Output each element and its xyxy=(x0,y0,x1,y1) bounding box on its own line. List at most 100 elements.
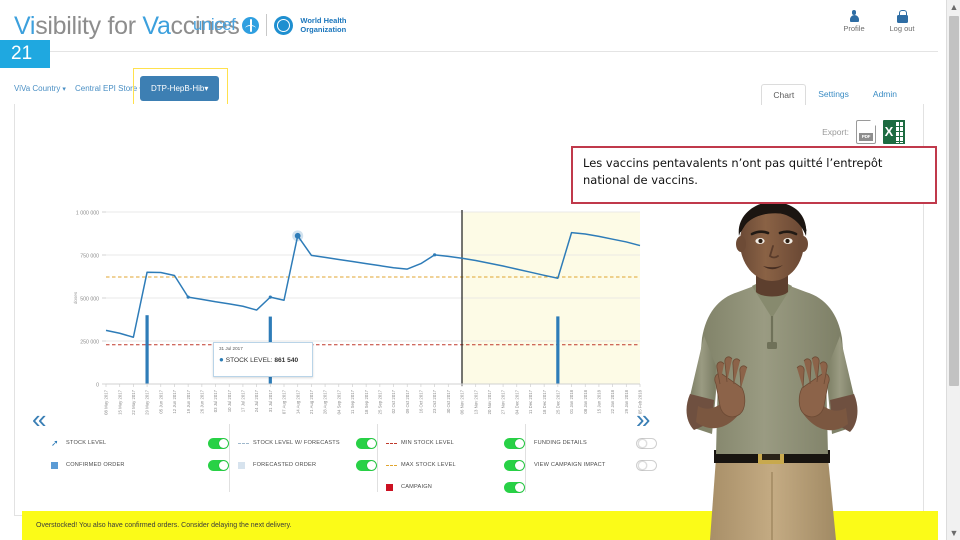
export-row: Export: PDF X xyxy=(822,119,905,144)
breadcrumb-vaccine-dropdown[interactable]: DTP-HepB-Hib▾ xyxy=(140,76,220,101)
partner-logos: unicef World Health Organization xyxy=(193,14,347,36)
breadcrumb-store[interactable]: Central EPI Store▾ xyxy=(75,84,143,93)
svg-text:18 Sep 2017: 18 Sep 2017 xyxy=(364,389,369,414)
legend-item-min-stock[interactable]: MIN STOCK LEVEL xyxy=(386,432,525,454)
legend-label: MAX STOCK LEVEL xyxy=(401,462,456,468)
logout-button[interactable]: Log out xyxy=(886,10,918,33)
svg-text:500 000: 500 000 xyxy=(80,297,99,303)
svg-text:24 Jul 2017: 24 Jul 2017 xyxy=(254,389,259,412)
legend-label: MIN STOCK LEVEL xyxy=(401,440,454,446)
legend-label: FORECASTED ORDER xyxy=(253,462,317,468)
forecast-dash-icon xyxy=(238,442,253,444)
breadcrumb-country-label: ViVa Country xyxy=(14,84,61,93)
toggle-stock-forecasts[interactable] xyxy=(356,437,377,449)
legend-label: CAMPAIGN xyxy=(401,484,433,490)
svg-text:14 Aug 2017: 14 Aug 2017 xyxy=(295,389,300,414)
svg-text:29 Jan 2018: 29 Jan 2018 xyxy=(624,389,629,413)
svg-text:0: 0 xyxy=(96,383,99,389)
toggle-confirmed-order[interactable] xyxy=(208,459,229,471)
svg-text:1 000 000: 1 000 000 xyxy=(76,211,99,217)
chevron-down-icon: ▾ xyxy=(62,86,66,93)
logo-divider xyxy=(266,14,268,36)
who-logo-text: World Health Organization xyxy=(300,16,346,34)
profile-button[interactable]: Profile xyxy=(838,10,870,33)
legend-label: STOCK LEVEL xyxy=(66,440,107,446)
svg-text:08 Jan 2018: 08 Jan 2018 xyxy=(583,389,588,413)
who-line-2: Organization xyxy=(300,25,347,34)
chart-legend: ➚ STOCK LEVEL CONFIRMED ORDER STOCK LEVE… xyxy=(43,424,657,493)
app-header: Visibility for Vaccines unicef World Hea… xyxy=(0,0,938,52)
toggle-forecasted-order[interactable] xyxy=(356,459,377,471)
svg-text:22 Jan 2018: 22 Jan 2018 xyxy=(610,389,615,413)
toggle-max-stock[interactable] xyxy=(504,459,525,471)
toggle-funding-details[interactable] xyxy=(636,437,657,449)
svg-text:12 Jun 2017: 12 Jun 2017 xyxy=(172,389,177,413)
toggle-min-stock[interactable] xyxy=(504,437,525,449)
legend-label: FUNDING DETAILS xyxy=(534,440,587,446)
person-icon xyxy=(849,10,859,23)
legend-item-campaign[interactable]: CAMPAIGN xyxy=(386,476,525,498)
toggle-campaign[interactable] xyxy=(504,481,525,493)
vertical-scrollbar[interactable]: ▲ ▼ xyxy=(946,0,960,540)
export-excel-icon[interactable]: X xyxy=(883,120,905,144)
scroll-up-icon[interactable]: ▲ xyxy=(947,0,960,14)
svg-text:10 Jul 2017: 10 Jul 2017 xyxy=(227,389,232,412)
chart-tooltip: 31 Jul 2017 ● STOCK LEVEL: 861 540 xyxy=(213,342,313,377)
svg-text:04 Dec 2017: 04 Dec 2017 xyxy=(514,389,519,414)
legend-column-3: MIN STOCK LEVEL MAX STOCK LEVEL CAMPAIGN xyxy=(377,424,525,493)
svg-text:31 Jul 2017: 31 Jul 2017 xyxy=(268,389,273,412)
legend-item-funding-details[interactable]: FUNDING DETAILS xyxy=(534,432,657,454)
slide-number-badge: 21 xyxy=(0,40,50,68)
legend-item-forecasted-order[interactable]: FORECASTED ORDER xyxy=(238,454,377,476)
toggle-stock-level[interactable] xyxy=(208,437,229,449)
legend-item-stock-forecasts[interactable]: STOCK LEVEL W/ FORECASTS xyxy=(238,432,377,454)
svg-text:25 Sep 2017: 25 Sep 2017 xyxy=(377,389,382,414)
scroll-down-icon[interactable]: ▼ xyxy=(947,526,960,540)
export-pdf-icon[interactable]: PDF xyxy=(856,119,877,144)
who-emblem-icon xyxy=(274,15,294,35)
legend-item-campaign-impact[interactable]: VIEW CAMPAIGN IMPACT xyxy=(534,454,657,476)
header-actions: Profile Log out xyxy=(838,10,918,33)
svg-text:23 Oct 2017: 23 Oct 2017 xyxy=(432,389,437,413)
legend-item-confirmed-order[interactable]: CONFIRMED ORDER xyxy=(51,454,229,476)
toggle-campaign-impact[interactable] xyxy=(636,459,657,471)
tooltip-value: 861 540 xyxy=(274,357,299,364)
annotation-callout: Les vaccins pentavalents n’ont pas quitt… xyxy=(571,146,937,204)
unicef-logo-text: unicef xyxy=(193,15,236,34)
max-stock-dash-icon xyxy=(386,464,401,466)
svg-text:17 Jul 2017: 17 Jul 2017 xyxy=(241,389,246,412)
profile-label: Profile xyxy=(843,24,865,33)
tab-settings[interactable]: Settings xyxy=(806,83,861,104)
tooltip-value-row: ● STOCK LEVEL: 861 540 xyxy=(219,355,307,364)
svg-text:09 Oct 2017: 09 Oct 2017 xyxy=(405,389,410,413)
svg-text:26 Jun 2017: 26 Jun 2017 xyxy=(199,389,204,413)
svg-text:19 Jun 2017: 19 Jun 2017 xyxy=(186,389,191,413)
breadcrumb-store-label: Central EPI Store xyxy=(75,84,138,93)
svg-text:01 Jan 2018: 01 Jan 2018 xyxy=(569,389,574,413)
brand-mid: sibility for xyxy=(35,12,143,40)
campaign-swatch-icon xyxy=(386,483,401,491)
svg-text:11 Dec 2017: 11 Dec 2017 xyxy=(528,389,533,414)
legend-item-max-stock[interactable]: MAX STOCK LEVEL xyxy=(386,454,525,476)
scrollbar-thumb[interactable] xyxy=(949,16,959,386)
svg-text:11 Sep 2017: 11 Sep 2017 xyxy=(350,389,355,414)
svg-text:16 Oct 2017: 16 Oct 2017 xyxy=(419,389,424,413)
annotation-text: Les vaccins pentavalents n’ont pas quitt… xyxy=(583,156,883,187)
tooltip-series-label: STOCK LEVEL: xyxy=(225,357,273,364)
tab-admin[interactable]: Admin xyxy=(861,83,909,104)
excel-grid xyxy=(894,120,905,144)
svg-text:30 Oct 2017: 30 Oct 2017 xyxy=(446,389,451,413)
svg-text:doses: doses xyxy=(73,291,78,304)
breadcrumb-country[interactable]: ViVa Country ▾ xyxy=(14,84,66,93)
confirmed-order-swatch-icon xyxy=(51,461,66,469)
brand-hl-2: Va xyxy=(142,12,171,40)
tab-bar: Chart Settings Admin xyxy=(761,83,909,105)
tab-chart[interactable]: Chart xyxy=(761,84,807,105)
legend-label: CONFIRMED ORDER xyxy=(66,462,125,468)
legend-item-stock-level[interactable]: ➚ STOCK LEVEL xyxy=(51,432,229,454)
svg-text:250 000: 250 000 xyxy=(80,340,99,346)
svg-text:15 May 2017: 15 May 2017 xyxy=(117,389,122,414)
svg-text:750 000: 750 000 xyxy=(80,254,99,260)
svg-text:29 May 2017: 29 May 2017 xyxy=(145,389,150,414)
legend-label: STOCK LEVEL W/ FORECASTS xyxy=(253,440,340,446)
